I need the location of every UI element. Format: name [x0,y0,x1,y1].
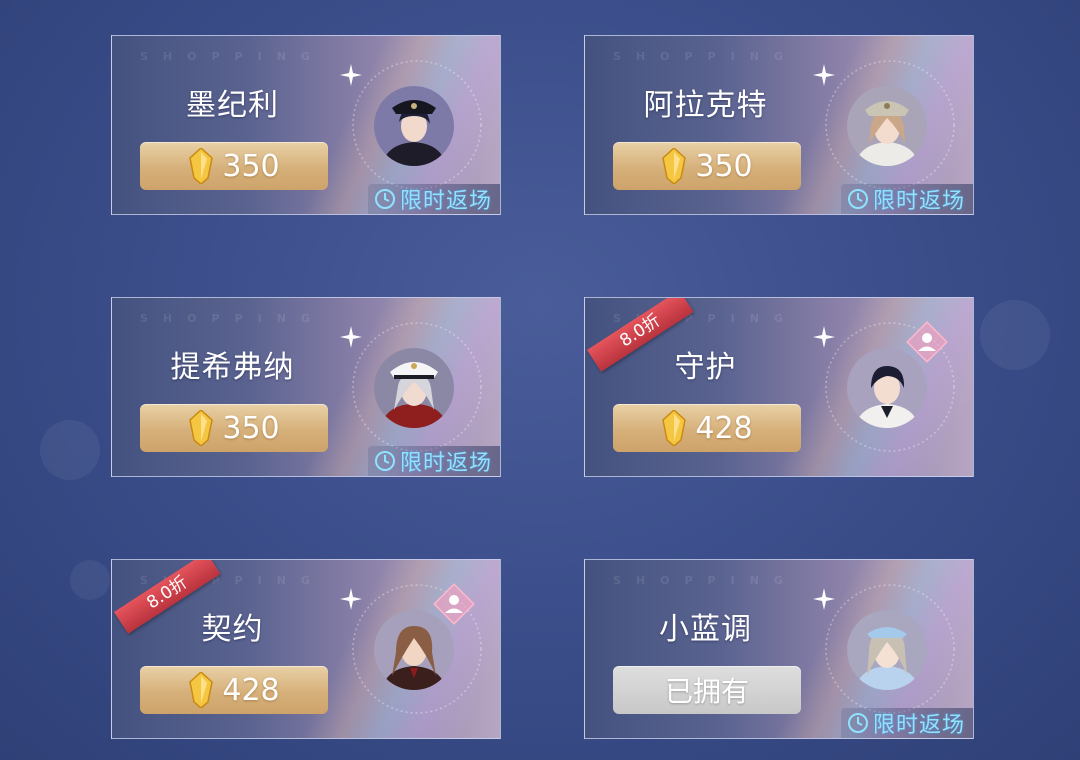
costume-name: 小蓝调 [659,612,752,647]
character-avatar [374,348,454,428]
owned-label: 已拥有 [664,675,749,708]
sparkle-icon [340,588,362,610]
buy-button[interactable]: 350 [140,142,328,190]
costume-name: 提希弗纳 [170,350,295,385]
character-avatar [847,610,927,690]
person-diamond-icon [430,580,478,628]
price-value: 350 [695,148,753,184]
gem-icon [662,148,687,184]
price-value: 350 [222,410,280,446]
costume-name: 墨纪利 [186,88,279,123]
gem-icon [662,410,687,446]
sparkle-icon [340,326,362,348]
limited-return-label: 限时返场 [399,189,492,214]
limited-return-tag: 限时返场 [840,184,973,214]
sparkle-icon [340,64,362,86]
buy-button[interactable]: 428 [140,666,328,714]
limited-return-tag: 限时返场 [840,708,973,738]
sparkle-icon [813,326,835,348]
limited-return-tag: 限时返场 [367,446,500,476]
price-value: 428 [222,672,280,708]
shopping-watermark: SHOPPING [140,50,325,63]
limited-return-label: 限时返场 [872,189,965,214]
costume-card-6[interactable]: SHOPPING 小蓝调 已拥有 限时返场 [584,559,974,739]
gem-icon [189,410,214,446]
clock-icon [847,189,868,209]
costume-card-2[interactable]: SHOPPING 阿拉克特 350 限时返场 [584,35,974,215]
person-diamond-icon [903,318,951,366]
sparkle-icon [813,64,835,86]
clock-icon [847,713,868,733]
shopping-watermark: SHOPPING [613,574,798,587]
clock-icon [374,189,395,209]
sparkle-icon [813,588,835,610]
buy-button[interactable]: 428 [613,404,801,452]
costume-name: 阿拉克特 [643,88,768,123]
owned-button: 已拥有 [613,666,801,714]
limited-return-label: 限时返场 [872,713,965,738]
character-avatar [847,86,927,166]
costume-card-5[interactable]: SHOPPING 8.0折 契约 428 [111,559,501,739]
limited-return-label: 限时返场 [399,451,492,476]
limited-return-tag: 限时返场 [367,184,500,214]
costume-card-1[interactable]: SHOPPING 墨纪利 350 限时返场 [111,35,501,215]
shopping-watermark: SHOPPING [140,312,325,325]
gem-icon [189,672,214,708]
price-value: 350 [222,148,280,184]
costume-name: 守护 [674,350,737,385]
price-value: 428 [695,410,753,446]
costume-card-4[interactable]: SHOPPING 8.0折 守护 428 [584,297,974,477]
shopping-watermark: SHOPPING [613,50,798,63]
gem-icon [189,148,214,184]
clock-icon [374,451,395,471]
costume-name: 契约 [201,612,264,647]
buy-button[interactable]: 350 [613,142,801,190]
costume-card-3[interactable]: SHOPPING 提希弗纳 350 限时返场 [111,297,501,477]
character-avatar [374,86,454,166]
buy-button[interactable]: 350 [140,404,328,452]
